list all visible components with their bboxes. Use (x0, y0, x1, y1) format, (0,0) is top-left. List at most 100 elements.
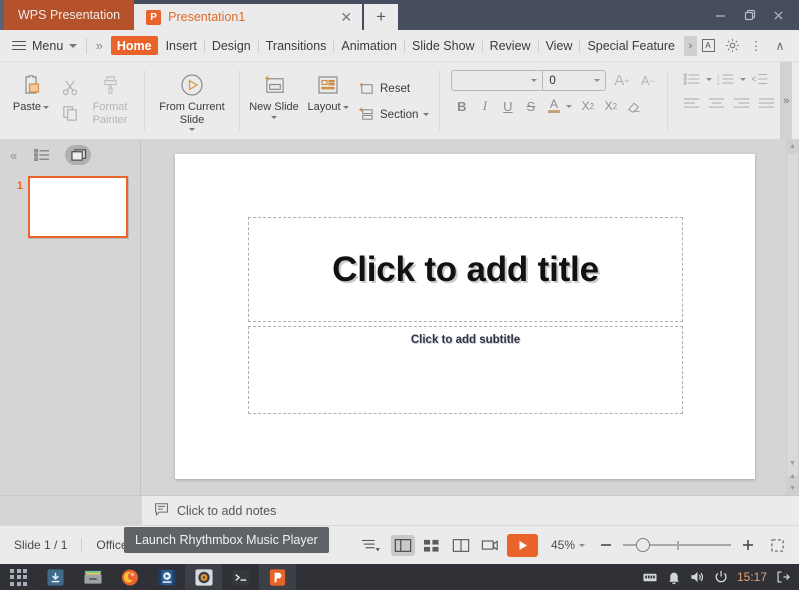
close-window-icon[interactable] (764, 0, 793, 30)
paste-button[interactable]: Paste (4, 68, 58, 114)
tab-slide-show[interactable]: Slide Show (405, 30, 482, 62)
chevron-down-icon[interactable] (566, 104, 573, 108)
tab-view[interactable]: View (539, 30, 580, 62)
document-tab-presentation1[interactable]: P Presentation1 ✕ (134, 4, 363, 30)
copy-button[interactable] (58, 103, 83, 124)
italic-button[interactable]: I (474, 96, 495, 116)
zoom-out-button[interactable] (594, 535, 618, 556)
shrink-font-button[interactable]: A − (637, 71, 658, 91)
terminal-icon[interactable] (222, 564, 259, 590)
section-button[interactable]: Section (355, 105, 432, 124)
tab-design[interactable]: Design (205, 30, 258, 62)
outline-view-icon[interactable] (29, 145, 55, 165)
tab-special-feature[interactable]: Special Feature (580, 30, 682, 62)
slide-sorter-icon[interactable] (420, 535, 444, 556)
slide-thumbnail-image[interactable] (28, 176, 128, 238)
font-size-input[interactable]: 0 (543, 70, 607, 91)
clear-formatting-icon[interactable] (623, 96, 644, 116)
chevron-down-icon[interactable] (706, 77, 713, 81)
maximize-restore-icon[interactable] (735, 0, 764, 30)
app-grid-icon[interactable] (0, 564, 37, 590)
zoom-slider[interactable] (623, 536, 731, 554)
superscript-button[interactable]: X2 (577, 96, 598, 116)
align-center-button[interactable] (706, 94, 728, 112)
strikethrough-button[interactable]: S (520, 96, 541, 116)
menu-button[interactable]: Menu (0, 30, 86, 62)
section-label: Section (380, 108, 419, 121)
chevron-down-icon[interactable] (740, 77, 747, 81)
format-painter-button[interactable]: Format Painter (83, 68, 137, 126)
bold-button[interactable]: B (451, 96, 472, 116)
layout-button[interactable]: Layout (301, 68, 355, 114)
find-replace-icon[interactable]: A (697, 34, 719, 58)
new-slide-button[interactable]: New Slide (247, 68, 301, 119)
ribbon-overflow-icon[interactable]: » (780, 62, 793, 139)
settings-gear-icon[interactable] (721, 34, 743, 58)
volume-icon[interactable] (690, 570, 705, 584)
cut-button[interactable] (58, 77, 83, 98)
subtitle-placeholder[interactable]: Click to add subtitle (248, 326, 683, 414)
slide-thumbnail-1[interactable]: 1 (0, 170, 140, 238)
app-tab-wps-presentation[interactable]: WPS Presentation (4, 0, 135, 30)
tabs-overflow-icon[interactable]: › (684, 35, 697, 56)
text-color-button[interactable]: A (543, 96, 564, 116)
font-family-input[interactable] (451, 70, 544, 91)
from-current-slide-button[interactable]: From Current Slide (152, 68, 232, 132)
more-options-icon[interactable]: ⋮ (745, 34, 767, 58)
video-player-icon[interactable] (148, 564, 185, 590)
file-manager-icon[interactable] (74, 564, 111, 590)
vertical-scrollbar[interactable]: ▲ ▼ ▲ ▼ (786, 140, 799, 495)
slide-counter[interactable]: Slide 1 / 1 (0, 538, 81, 552)
wps-presentation-icon[interactable] (259, 564, 296, 590)
normal-view-icon[interactable] (390, 534, 415, 556)
previous-slide-icon[interactable]: ▲ (786, 471, 799, 482)
underline-button[interactable]: U (497, 96, 518, 116)
slide-canvas[interactable]: Click to add title Click to add subtitle (175, 154, 755, 479)
presenter-view-icon[interactable] (478, 535, 502, 556)
start-slideshow-button[interactable] (506, 533, 538, 557)
tab-transitions[interactable]: Transitions (259, 30, 334, 62)
network-icon[interactable] (642, 570, 658, 584)
ribbon-group-font: 0 A + A − B I U S A X2 X2 (443, 62, 664, 139)
collapse-ribbon-icon[interactable]: ∧ (769, 34, 791, 58)
logout-icon[interactable] (776, 570, 790, 584)
tab-review[interactable]: Review (483, 30, 538, 62)
decrease-indent-button[interactable] (749, 70, 771, 88)
next-slide-icon[interactable]: ▼ (786, 483, 799, 494)
slides-view-icon[interactable] (65, 145, 92, 165)
collapse-panel-icon[interactable]: « (6, 148, 19, 163)
clock[interactable]: 15:17 (737, 570, 767, 584)
align-left-button[interactable] (681, 94, 703, 112)
view-options-icon[interactable] (356, 535, 386, 556)
tab-home[interactable]: Home (110, 36, 158, 55)
expand-toolbar-icon[interactable]: » (87, 38, 110, 53)
reset-button[interactable]: Reset (355, 79, 432, 98)
numbered-list-button[interactable]: 1 2 3 (715, 70, 737, 88)
minimize-icon[interactable] (706, 0, 735, 30)
justify-button[interactable] (756, 94, 778, 112)
align-right-button[interactable] (731, 94, 753, 112)
bell-icon[interactable] (667, 570, 681, 585)
zoom-in-button[interactable] (736, 535, 760, 556)
tab-insert[interactable]: Insert (159, 30, 204, 62)
scroll-down-icon[interactable]: ▼ (786, 458, 799, 469)
subscript-button[interactable]: X2 (600, 96, 621, 116)
scrollbar-thumb[interactable] (787, 154, 798, 476)
zoom-slider-handle[interactable] (636, 538, 650, 552)
notes-pane[interactable]: Click to add notes (142, 495, 799, 525)
bulleted-list-button[interactable] (681, 70, 703, 88)
reading-view-icon[interactable] (449, 535, 473, 556)
tab-animation[interactable]: Animation (334, 30, 404, 62)
downloads-icon[interactable] (37, 564, 74, 590)
new-tab-button[interactable]: + (364, 4, 399, 30)
power-icon[interactable] (714, 570, 728, 584)
grow-font-button[interactable]: A + (611, 71, 632, 91)
slide-canvas-area: Click to add title Click to add subtitle… (142, 140, 799, 495)
close-tab-icon[interactable]: ✕ (340, 10, 352, 24)
fit-to-window-icon[interactable] (765, 535, 789, 556)
firefox-icon[interactable] (111, 564, 148, 590)
rhythmbox-icon[interactable] (185, 564, 222, 590)
title-placeholder[interactable]: Click to add title (248, 217, 683, 322)
zoom-level-control[interactable]: 45% (543, 538, 589, 552)
scroll-up-icon[interactable]: ▲ (786, 141, 799, 152)
